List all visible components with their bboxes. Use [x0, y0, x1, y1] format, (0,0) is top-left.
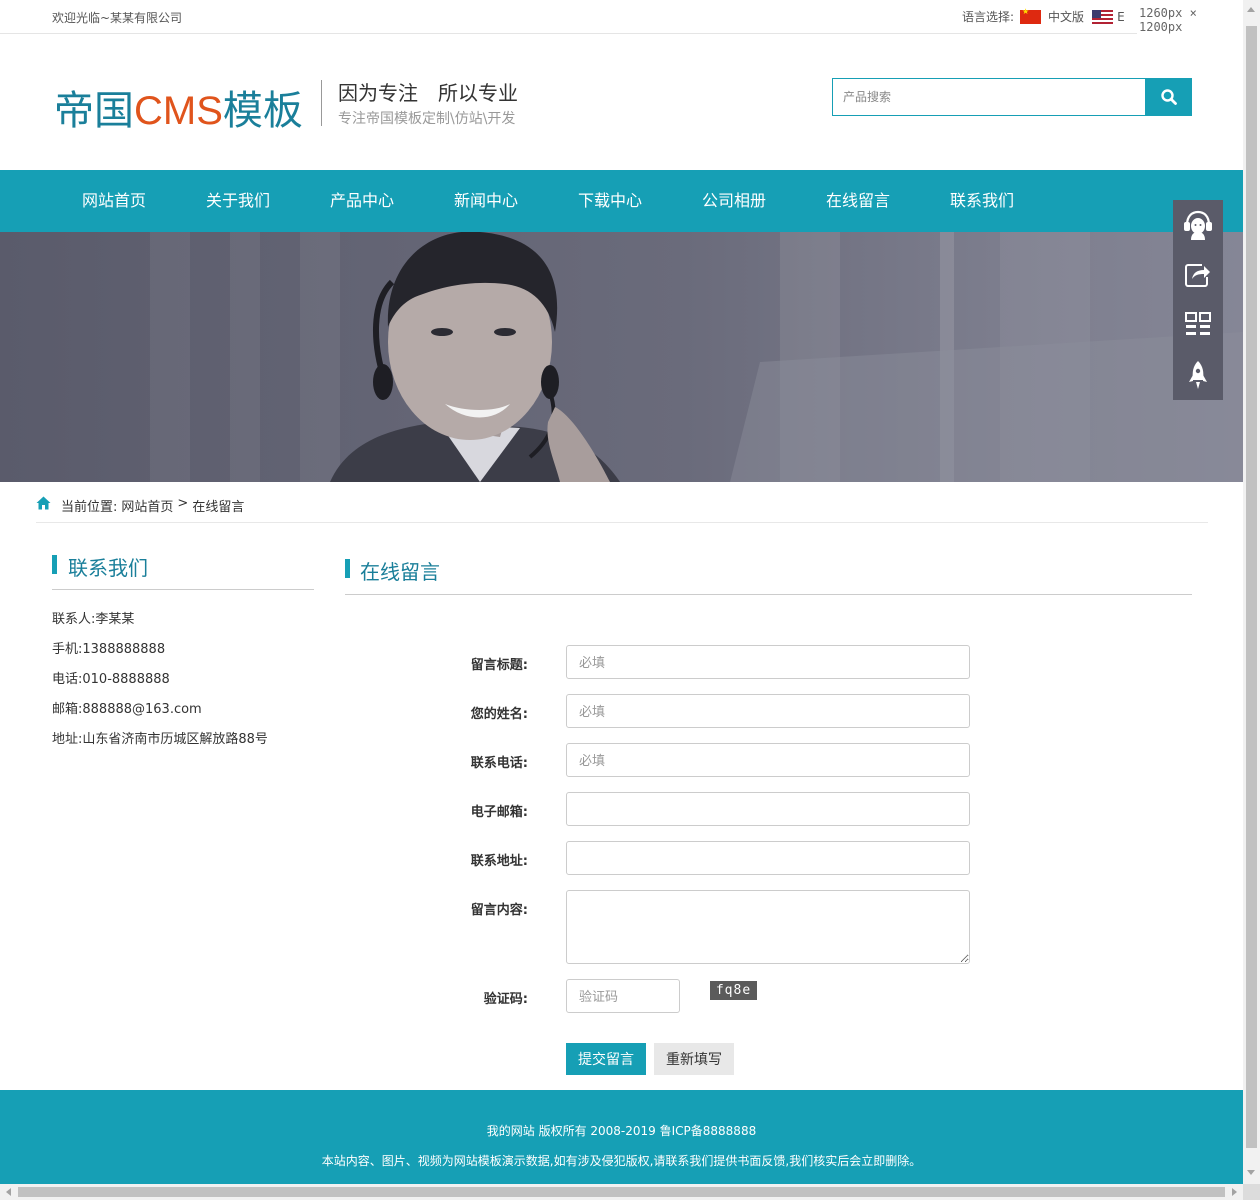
- title-accent-bar: [345, 559, 350, 578]
- side-share-button[interactable]: [1173, 250, 1223, 300]
- main-nav: 网站首页 关于我们 产品中心 新闻中心 下载中心 公司相册 在线留言 联系我们: [0, 170, 1243, 232]
- search-box: [832, 78, 1192, 116]
- content-textarea[interactable]: [566, 890, 970, 964]
- side-back-to-top-button[interactable]: [1173, 350, 1223, 400]
- submit-button[interactable]: 提交留言: [566, 1043, 646, 1075]
- scroll-up-arrow-icon[interactable]: [1247, 7, 1255, 12]
- address-input[interactable]: [566, 841, 970, 875]
- name-input[interactable]: [566, 694, 970, 728]
- lang-english-link[interactable]: E: [1117, 10, 1125, 24]
- footer: 我的网站 版权所有 2008-2019 鲁ICP备8888888 本站内容、图片…: [0, 1090, 1243, 1184]
- nav-item-products[interactable]: 产品中心: [300, 170, 424, 232]
- banner-image: [0, 232, 1243, 482]
- language-switcher: 语言选择: 中文版 E: [962, 7, 1125, 25]
- phone-input[interactable]: [566, 743, 970, 777]
- captcha-label: 验证码:: [483, 992, 528, 1007]
- subject-input[interactable]: [566, 645, 970, 679]
- header-divider: [321, 80, 322, 126]
- phone-label: 联系电话:: [470, 756, 528, 771]
- rocket-icon: [1189, 361, 1207, 389]
- nav-item-contact[interactable]: 联系我们: [920, 170, 1044, 232]
- horizontal-scrollbar[interactable]: [0, 1184, 1243, 1200]
- search-button[interactable]: [1145, 78, 1192, 116]
- logo-text-main: 帝国: [54, 89, 134, 133]
- breadcrumb-home-link[interactable]: 网站首页: [121, 496, 173, 515]
- top-bar: 欢迎光临~某某有限公司 语言选择: 中文版 E 1260px × 1200px: [0, 0, 1243, 34]
- title-accent-bar: [52, 555, 57, 574]
- share-icon: [1185, 264, 1210, 287]
- footer-disclaimer: 本站内容、图片、视频为网站模板演示数据,如有涉及侵犯版权,请联系我们提供书面反馈…: [321, 1154, 922, 1168]
- breadcrumb-current: 在线留言: [192, 500, 245, 515]
- us-flag-icon[interactable]: [1092, 9, 1114, 24]
- name-label: 您的姓名:: [470, 707, 528, 722]
- contact-info: 联系人:李某某 手机:1388888888 电话:010-8888888 邮箱:…: [52, 612, 268, 762]
- side-float-toolbar: [1173, 200, 1223, 400]
- dimension-label: 1260px × 1200px: [1137, 6, 1243, 34]
- header: 帝国CMS模板 因为专注 所以专业 专注帝国模板定制\仿站\开发: [0, 34, 1243, 170]
- slogan: 因为专注 所以专业: [338, 81, 518, 105]
- side-qrcode-button[interactable]: [1173, 300, 1223, 350]
- subject-label: 留言标题:: [470, 658, 528, 673]
- vertical-scrollbar[interactable]: [1243, 0, 1260, 1184]
- breadcrumb-separator: >: [177, 496, 189, 511]
- main-title: 在线留言: [345, 556, 1192, 595]
- lang-chinese-link[interactable]: 中文版: [1048, 8, 1084, 25]
- contact-email: 邮箱:888888@163.com: [52, 702, 202, 717]
- welcome-text: 欢迎光临~某某有限公司: [52, 11, 183, 25]
- horizontal-scroll-thumb[interactable]: [18, 1187, 1225, 1197]
- breadcrumb: 当前位置: 网站首页 > 在线留言: [36, 496, 1208, 523]
- page: 欢迎光临~某某有限公司 语言选择: 中文版 E 1260px × 1200px …: [0, 0, 1260, 1200]
- nav-item-home[interactable]: 网站首页: [52, 170, 176, 232]
- contact-mobile: 手机:1388888888: [52, 642, 166, 657]
- qrcode-icon: [1185, 312, 1211, 335]
- nav-item-about[interactable]: 关于我们: [176, 170, 300, 232]
- logo-text-cms: CMS: [134, 89, 223, 133]
- logo-text-tail: 模板: [222, 89, 303, 133]
- content-label: 留言内容:: [470, 903, 528, 918]
- captcha-input[interactable]: [566, 979, 680, 1013]
- contact-address: 地址:山东省济南市历城区解放路88号: [52, 732, 268, 747]
- sidebar-title-text: 联系我们: [68, 556, 148, 580]
- footer-copyright: 我的网站 版权所有 2008-2019 鲁ICP备8888888: [486, 1124, 757, 1138]
- main-title-text: 在线留言: [360, 560, 440, 584]
- headset-icon: [1184, 210, 1212, 240]
- sub-slogan: 专注帝国模板定制\仿站\开发: [338, 111, 516, 127]
- address-label: 联系地址:: [470, 854, 528, 869]
- breadcrumb-prefix: 当前位置:: [61, 500, 118, 515]
- search-input[interactable]: [832, 78, 1145, 116]
- nav-item-album[interactable]: 公司相册: [672, 170, 796, 232]
- email-input[interactable]: [566, 792, 970, 826]
- language-label: 语言选择:: [962, 10, 1015, 24]
- scrollbar-corner: [1243, 1184, 1260, 1200]
- scroll-right-arrow-icon[interactable]: [1232, 1188, 1237, 1196]
- customer-service-person-illustration: [330, 232, 1243, 482]
- scroll-left-arrow-icon[interactable]: [6, 1188, 11, 1196]
- contact-phone: 电话:010-8888888: [52, 672, 170, 687]
- search-icon: [1160, 89, 1177, 105]
- side-customer-service-button[interactable]: [1173, 200, 1223, 250]
- sidebar-title: 联系我们: [52, 552, 314, 590]
- home-icon: [36, 496, 51, 510]
- captcha-image[interactable]: fq8e: [710, 981, 757, 1000]
- china-flag-icon[interactable]: [1020, 7, 1042, 24]
- scroll-down-arrow-icon[interactable]: [1247, 1170, 1255, 1175]
- nav-item-news[interactable]: 新闻中心: [424, 170, 548, 232]
- nav-item-downloads[interactable]: 下载中心: [548, 170, 672, 232]
- contact-person: 联系人:李某某: [52, 612, 135, 627]
- vertical-scroll-thumb[interactable]: [1246, 26, 1257, 1148]
- reset-button[interactable]: 重新填写: [654, 1043, 734, 1075]
- site-logo[interactable]: 帝国CMS模板: [54, 78, 303, 136]
- email-label: 电子邮箱:: [470, 805, 528, 820]
- nav-item-guestbook[interactable]: 在线留言: [796, 170, 920, 232]
